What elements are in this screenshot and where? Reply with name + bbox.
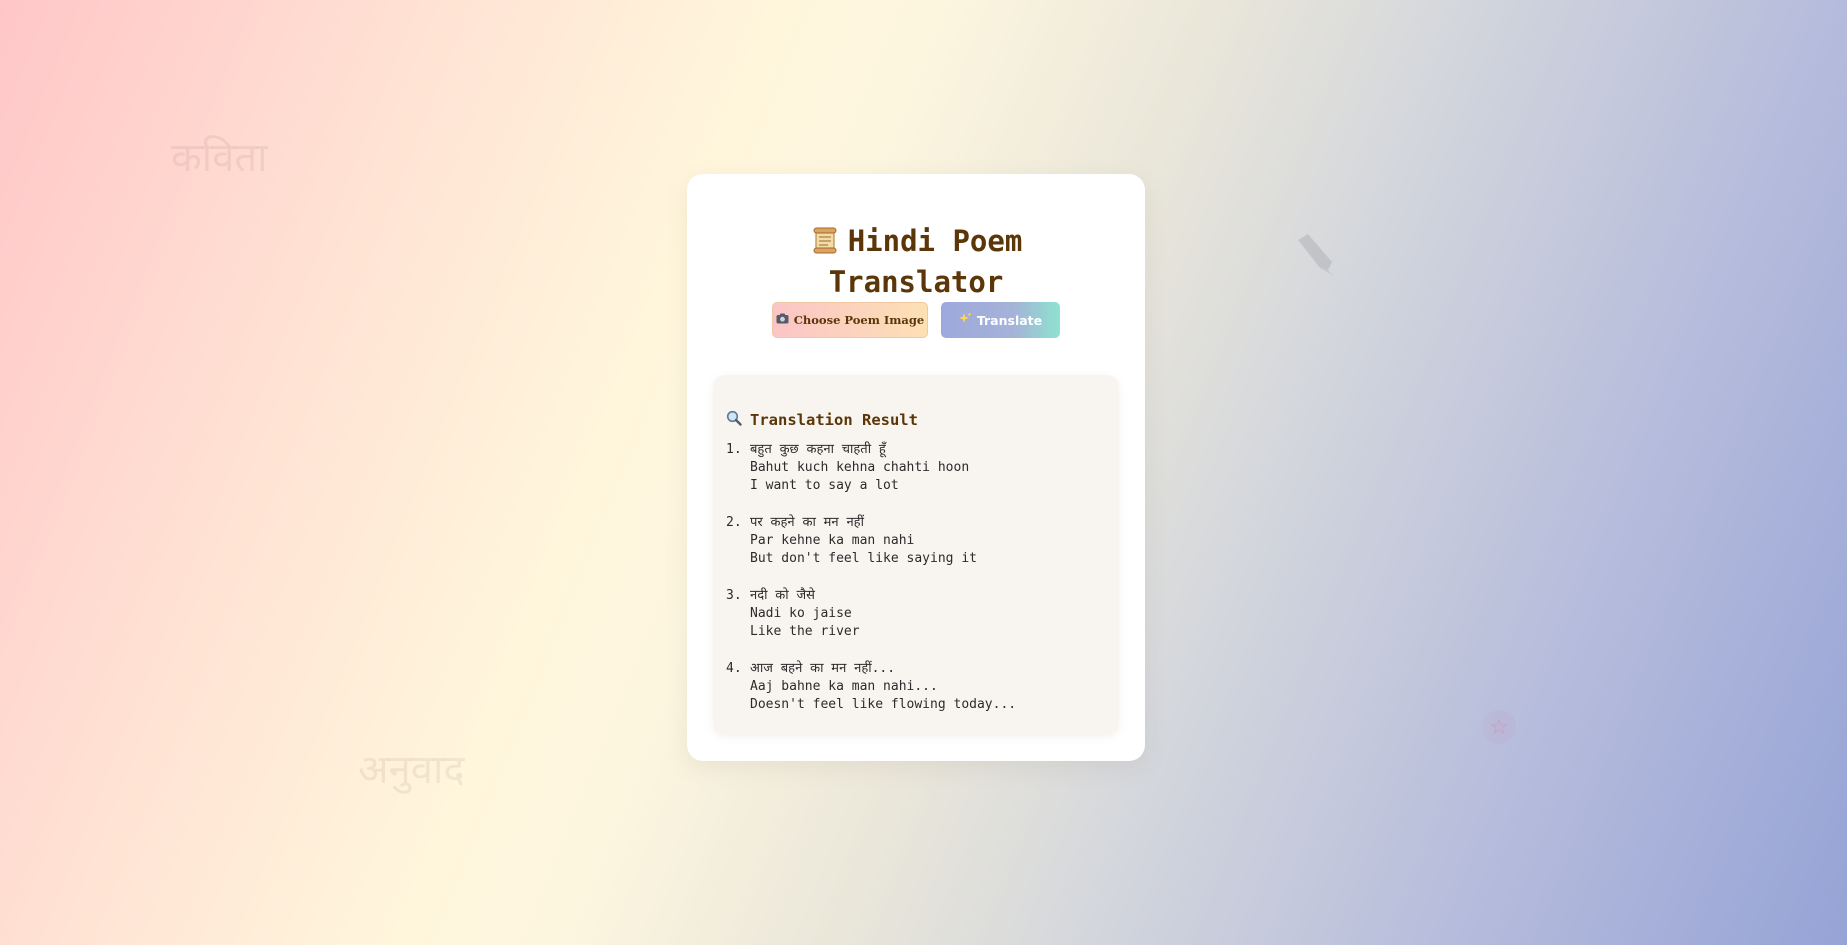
translation-result-panel: Translation Result 1. बहुत कुछ कहना चाहत…	[713, 375, 1119, 735]
list-item: 1. बहुत कुछ कहना चाहती हूँ Bahut kuch ke…	[726, 441, 1016, 495]
app-title-text: Hindi Poem Translator	[828, 224, 1023, 299]
line-number: 2.	[726, 515, 742, 530]
magnifier-icon	[726, 410, 742, 430]
scroll-icon	[810, 225, 840, 264]
english-line: But don't feel like saying it	[750, 551, 977, 566]
hindi-line: नदी को जैसे	[750, 588, 815, 603]
translator-card: Hindi Poem Translator Choose Poem Image …	[687, 174, 1145, 761]
hindi-line: बहुत कुछ कहना चाहती हूँ	[750, 442, 886, 457]
transliteration-line: Nadi ko jaise	[750, 606, 852, 621]
english-line: Doesn't feel like flowing today...	[750, 697, 1017, 712]
english-line: I want to say a lot	[750, 478, 899, 493]
transliteration-line: Aaj bahne ka man nahi...	[750, 679, 938, 694]
list-item: 4. आज बहने का मन नहीं... Aaj bahne ka ma…	[726, 660, 1016, 714]
choose-poem-image-button[interactable]: Choose Poem Image	[772, 302, 928, 338]
translate-label: Translate	[976, 312, 1043, 328]
star-icon	[1482, 710, 1516, 744]
camera-icon	[776, 313, 789, 327]
transliteration-line: Par kehne ka man nahi	[750, 533, 915, 548]
background-word-anuvaad: अनुवाद	[358, 747, 465, 793]
hindi-line: पर कहने का मन नहीं	[750, 515, 864, 530]
hindi-line: आज बहने का मन नहीं...	[750, 661, 896, 676]
english-line: Like the river	[750, 624, 860, 639]
line-number: 4.	[726, 661, 742, 676]
translate-button[interactable]: Translate	[941, 302, 1060, 338]
action-buttons: Choose Poem Image Translate	[687, 302, 1145, 338]
pen-icon	[1290, 230, 1340, 280]
line-number: 3.	[726, 588, 742, 603]
sparkles-icon	[958, 312, 972, 328]
translation-result-title: Translation Result	[750, 411, 918, 429]
translation-lines: 1. बहुत कुछ कहना चाहती हूँ Bahut kuch ke…	[726, 441, 1016, 733]
translation-result-heading: Translation Result	[726, 410, 918, 430]
transliteration-line: Bahut kuch kehna chahti hoon	[750, 460, 970, 475]
line-number: 1.	[726, 442, 742, 457]
page-title: Hindi Poem Translator	[687, 223, 1145, 301]
list-item: 3. नदी को जैसे Nadi ko jaise Like the ri…	[726, 587, 1016, 641]
list-item: 2. पर कहने का मन नहीं Par kehne ka man n…	[726, 514, 1016, 568]
background-word-kavita: कविता	[171, 135, 268, 181]
choose-poem-image-label: Choose Poem Image	[793, 313, 925, 327]
